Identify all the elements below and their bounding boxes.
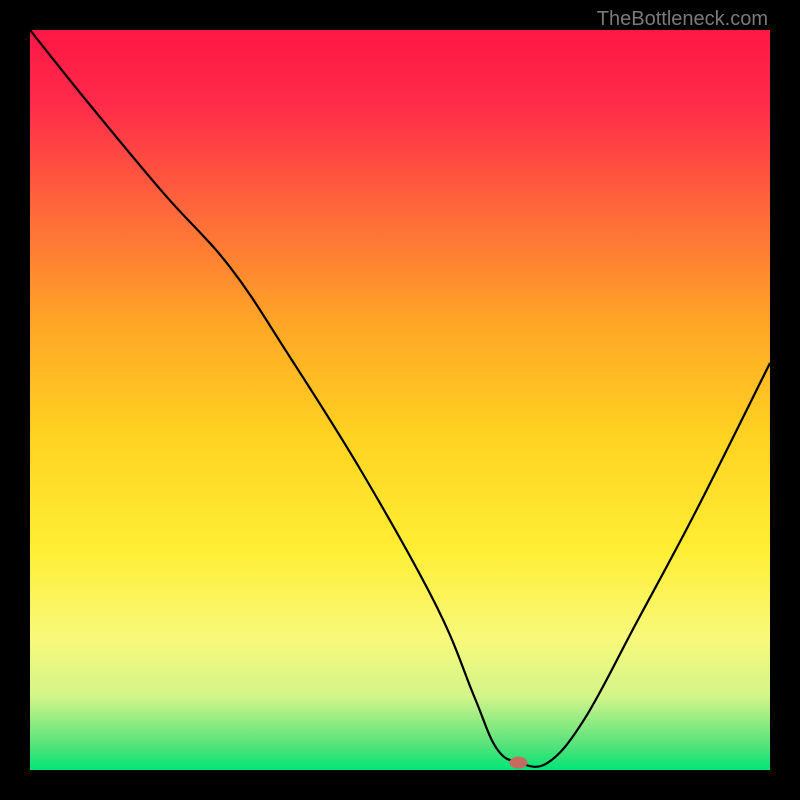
watermark-text: TheBottleneck.com xyxy=(597,8,768,31)
optimal-point-marker xyxy=(509,757,527,769)
chart-plot-area xyxy=(30,30,770,770)
bottleneck-chart xyxy=(30,30,770,770)
gradient-background xyxy=(30,30,770,770)
